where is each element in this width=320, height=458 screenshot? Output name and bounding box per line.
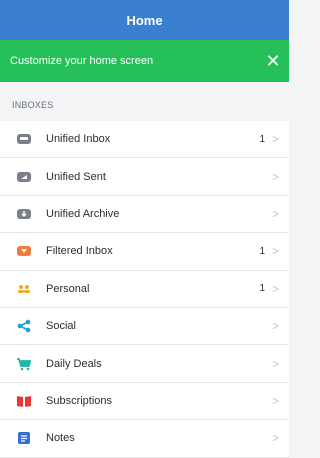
share-icon [16,318,32,334]
chevron-right-icon: > [271,132,279,147]
unread-count: 1 [259,245,265,257]
chevron-right-icon: > [271,281,279,296]
page-title: Home [126,12,163,28]
chevron-right-icon: > [271,169,279,184]
list-item-label: Unified Inbox [46,133,111,146]
list-item-label: Personal [46,282,90,295]
customize-banner[interactable]: Customize your home screen ✕ [0,40,289,82]
list-item-daily-deals[interactable]: Daily Deals > [0,345,289,383]
sent-icon [16,169,32,185]
list-item-unified-inbox[interactable]: Unified Inbox 1 > [0,121,289,159]
list-item-notes[interactable]: Notes > [0,420,289,458]
list-item-unified-archive[interactable]: Unified Archive > [0,195,289,234]
list-item-label: Social [46,320,76,333]
list-item-unified-sent[interactable]: Unified Sent > [0,158,289,196]
people-icon [16,281,32,297]
section-label-inboxes: INBOXES [12,100,54,110]
chevron-right-icon: > [271,244,279,259]
list-item-label: Unified Archive [46,207,120,220]
chevron-right-icon: > [271,319,279,334]
chevron-right-icon: > [271,393,279,408]
list-item-social[interactable]: Social > [0,307,289,346]
book-icon [16,393,32,409]
list-item-subscriptions[interactable]: Subscriptions > [0,382,289,421]
list-item-label: Subscriptions [46,394,113,407]
inbox-list: Unified Inbox 1 > Unified Sent > Unified… [0,121,289,458]
list-item-label: Unified Sent [46,170,106,183]
cart-icon [16,356,32,372]
filter-icon [16,243,32,259]
list-item-label: Daily Deals [46,357,102,370]
chevron-right-icon: > [271,206,279,221]
unread-count: 1 [259,283,265,295]
list-item-personal[interactable]: Personal 1 > [0,270,289,308]
chevron-right-icon: > [271,356,279,371]
list-item-label: Notes [46,432,75,445]
unread-count: 1 [259,133,265,145]
banner-text: Customize your home screen [10,55,154,67]
list-item-filtered-inbox[interactable]: Filtered Inbox 1 > [0,233,289,271]
inbox-icon [16,131,32,147]
list-item-label: Filtered Inbox [46,245,113,258]
notes-icon [16,430,32,446]
archive-icon [16,206,32,222]
close-icon[interactable]: ✕ [263,51,283,71]
top-bar: Home [0,0,289,40]
chevron-right-icon: > [271,431,279,446]
